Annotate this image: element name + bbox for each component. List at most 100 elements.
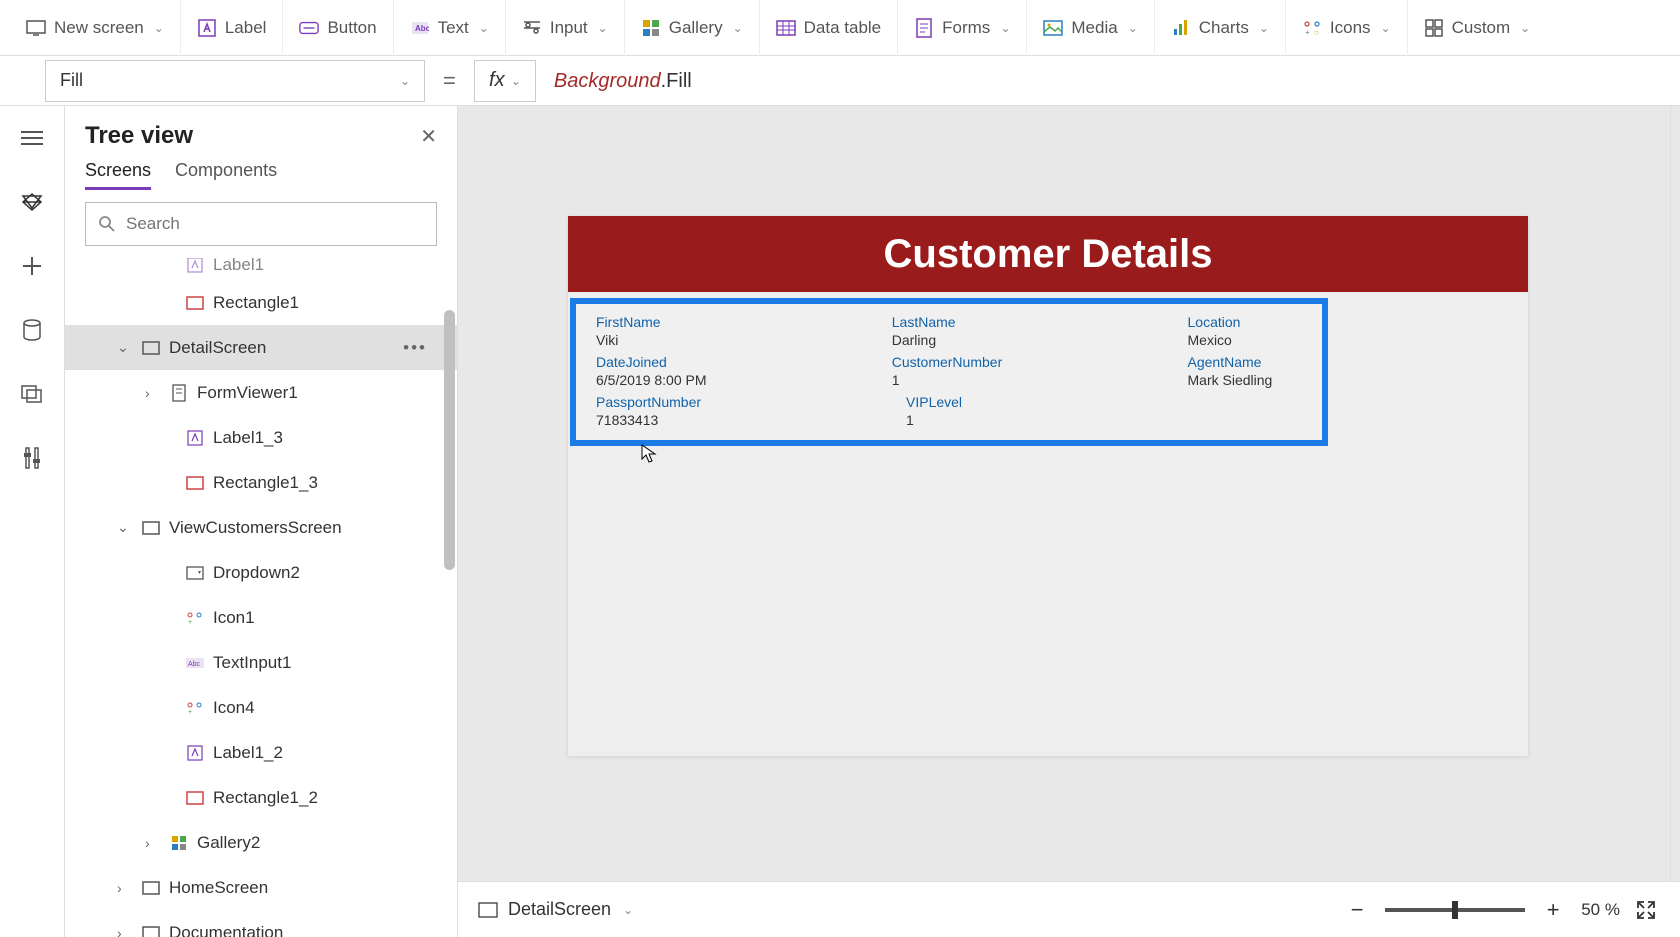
hamburger-icon[interactable] xyxy=(14,120,50,156)
chevron-down-icon[interactable]: ⌄ xyxy=(117,519,133,536)
tree-node-dropdown2[interactable]: Dropdown2 xyxy=(65,550,457,595)
tree-node-label: Gallery2 xyxy=(197,833,260,853)
label-button[interactable]: Label xyxy=(181,0,284,56)
tree-node-label1-2[interactable]: Label1_2 xyxy=(65,730,457,775)
tree-node-homescreen[interactable]: › HomeScreen xyxy=(65,865,457,910)
app-canvas[interactable]: Customer Details FirstName Viki LastName… xyxy=(568,216,1528,756)
media-menu[interactable]: Media ⌄ xyxy=(1027,0,1154,56)
custom-menu[interactable]: Custom ⌄ xyxy=(1408,0,1547,56)
icons-icon: +○ xyxy=(1302,18,1322,38)
input-menu[interactable]: Input ⌄ xyxy=(506,0,625,56)
tree-node-icon1[interactable]: + Icon1 xyxy=(65,595,457,640)
tree-view-rail-button[interactable] xyxy=(14,184,50,220)
tree-node-icon4[interactable]: + Icon4 xyxy=(65,685,457,730)
chevron-right-icon[interactable]: › xyxy=(117,925,133,937)
icons-icon: + xyxy=(185,698,205,718)
data-rail-button[interactable] xyxy=(14,312,50,348)
tree-node-label1-3[interactable]: Label1_3 xyxy=(65,415,457,460)
chevron-down-icon[interactable]: ⌄ xyxy=(623,903,633,917)
tree-node-detailscreen[interactable]: ⌄ DetailScreen ••• xyxy=(65,325,457,370)
advanced-rail-button[interactable] xyxy=(14,440,50,476)
data-table-icon xyxy=(776,18,796,38)
tree-panel: Tree view ✕ Screens Components Label1 Re… xyxy=(65,106,458,937)
tree-node-label: Dropdown2 xyxy=(213,563,300,583)
field-label-viplevel: VIPLevel xyxy=(906,394,1216,410)
media-rail-button[interactable] xyxy=(14,376,50,412)
formula-input[interactable]: Background.Fill xyxy=(536,68,692,93)
scrollbar-thumb[interactable] xyxy=(444,310,455,570)
tree-node-documentation[interactable]: › Documentation xyxy=(65,910,457,937)
charts-menu[interactable]: Charts ⌄ xyxy=(1155,0,1286,56)
tree-node-textinput1[interactable]: Abc TextInput1 xyxy=(65,640,457,685)
zoom-slider[interactable] xyxy=(1385,908,1525,912)
tree-node-rectangle1-3[interactable]: Rectangle1_3 xyxy=(65,460,457,505)
property-dropdown[interactable]: Fill ⌄ xyxy=(45,60,425,102)
chevron-right-icon[interactable]: › xyxy=(117,880,133,896)
tree-node-label: FormViewer1 xyxy=(197,383,298,403)
forms-icon xyxy=(914,18,934,38)
tree-node-label: Icon1 xyxy=(213,608,255,628)
tree-scrollbar[interactable] xyxy=(444,262,455,737)
screen-icon xyxy=(141,518,161,538)
text-icon: Abc xyxy=(410,18,430,38)
property-value: Fill xyxy=(60,70,83,91)
zoom-out-button[interactable]: − xyxy=(1345,897,1369,923)
tab-screens[interactable]: Screens xyxy=(85,160,151,190)
tree-node-rectangle1[interactable]: Rectangle1 xyxy=(65,280,457,325)
status-screen-name[interactable]: DetailScreen xyxy=(508,899,611,920)
zoom-in-button[interactable]: + xyxy=(1541,897,1565,923)
field-label-datejoined: DateJoined xyxy=(596,354,892,370)
field-value-agentname: Mark Siedling xyxy=(1188,372,1302,388)
tree-scroll: Label1 Rectangle1 ⌄ DetailScreen ••• › F… xyxy=(65,258,457,937)
more-icon[interactable]: ••• xyxy=(403,338,427,358)
search-field[interactable] xyxy=(126,214,424,234)
field-label-customernumber: CustomerNumber xyxy=(892,354,1188,370)
gallery-label: Gallery xyxy=(669,18,723,38)
chevron-down-icon: ⌄ xyxy=(479,21,489,35)
forms-menu[interactable]: Forms ⌄ xyxy=(898,0,1027,56)
tab-components[interactable]: Components xyxy=(175,160,277,190)
field-label-lastname: LastName xyxy=(892,314,1188,330)
fx-button[interactable]: fx ⌄ xyxy=(474,60,536,102)
canvas-area[interactable]: Customer Details FirstName Viki LastName… xyxy=(458,106,1680,937)
tree-node-label: Label1 xyxy=(213,258,264,275)
button-button[interactable]: Button xyxy=(283,0,393,56)
tree-node-gallery2[interactable]: › Gallery2 xyxy=(65,820,457,865)
icons-menu[interactable]: +○ Icons ⌄ xyxy=(1286,0,1408,56)
field-value-location: Mexico xyxy=(1188,332,1302,348)
data-table-button[interactable]: Data table xyxy=(760,0,899,56)
custom-label: Custom xyxy=(1452,18,1511,38)
close-icon[interactable]: ✕ xyxy=(420,124,437,149)
chevron-right-icon[interactable]: › xyxy=(145,835,161,851)
textinput-icon: Abc xyxy=(185,653,205,673)
tree-node-formviewer1[interactable]: › FormViewer1 xyxy=(65,370,457,415)
charts-label: Charts xyxy=(1199,18,1249,38)
tree-node-label: Rectangle1_3 xyxy=(213,473,318,493)
svg-text:Abc: Abc xyxy=(188,661,201,668)
field-value-passportnumber: 71833413 xyxy=(596,412,906,428)
slider-thumb[interactable] xyxy=(1452,901,1458,919)
chevron-down-icon: ⌄ xyxy=(598,21,608,35)
tree-node-label1[interactable]: Label1 xyxy=(65,258,457,280)
chevron-down-icon: ⌄ xyxy=(1128,21,1138,35)
screen-icon xyxy=(141,878,161,898)
new-screen-menu[interactable]: New screen ⌄ xyxy=(10,0,181,56)
tree-node-label: HomeScreen xyxy=(169,878,268,898)
search-input[interactable] xyxy=(85,202,437,246)
button-label: Button xyxy=(327,18,376,38)
tree-node-viewcustomers[interactable]: ⌄ ViewCustomersScreen xyxy=(65,505,457,550)
button-icon xyxy=(299,18,319,38)
insert-rail-button[interactable] xyxy=(14,248,50,284)
tree-node-label: Rectangle1 xyxy=(213,293,299,313)
chevron-right-icon[interactable]: › xyxy=(145,385,161,401)
text-menu[interactable]: Abc Text ⌄ xyxy=(394,0,506,56)
field-value-lastname: Darling xyxy=(892,332,1188,348)
screen-icon xyxy=(141,338,161,358)
tree-node-rectangle1-2[interactable]: Rectangle1_2 xyxy=(65,775,457,820)
fit-to-window-button[interactable] xyxy=(1636,900,1660,920)
form-viewer[interactable]: FirstName Viki LastName Darling Location… xyxy=(570,298,1328,446)
gallery-menu[interactable]: Gallery ⌄ xyxy=(625,0,760,56)
label-icon xyxy=(197,18,217,38)
tree-node-label: TextInput1 xyxy=(213,653,291,673)
chevron-down-icon[interactable]: ⌄ xyxy=(117,339,133,356)
